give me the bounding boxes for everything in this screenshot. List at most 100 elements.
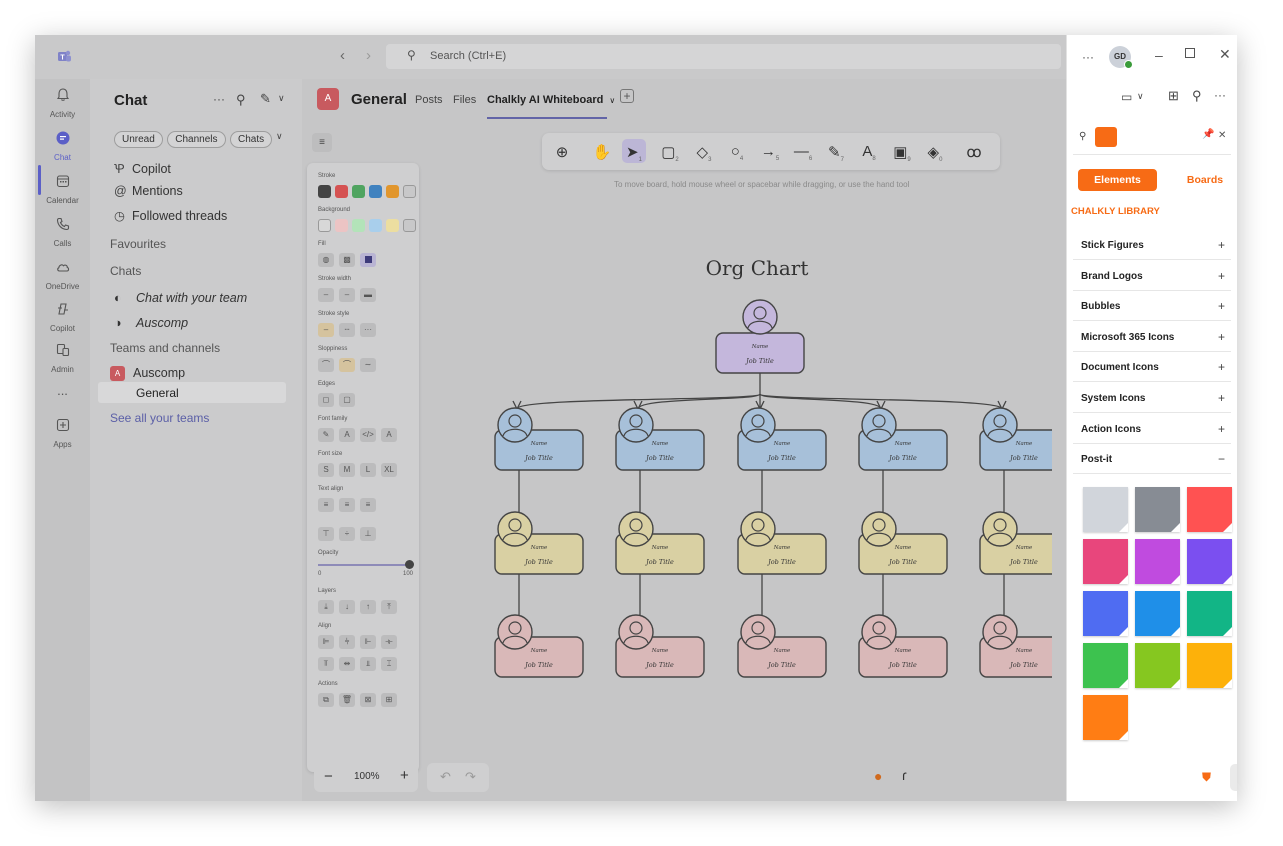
style-dashed[interactable]: ┄ — [339, 323, 355, 337]
pencil-tool-icon[interactable]: ✎7 — [824, 143, 848, 163]
postit-swatch[interactable] — [1083, 539, 1128, 584]
chalkly-logo-icon[interactable]: ɾ — [902, 767, 907, 783]
distribute-h[interactable]: ⟛ — [381, 635, 397, 649]
rectangle-tool-icon[interactable]: ▢2 — [658, 143, 682, 163]
align-center[interactable]: ≡ — [339, 498, 355, 512]
stroke-thin[interactable]: – — [318, 288, 334, 302]
fill-hachure[interactable]: ◍ — [318, 253, 334, 267]
filter-chats[interactable]: Chats — [229, 131, 273, 148]
search-icon[interactable]: ⚲ — [236, 92, 246, 108]
layer-send-back[interactable]: ⤓ — [318, 600, 334, 614]
postit-swatch[interactable] — [1135, 487, 1180, 532]
stroke-custom-color[interactable] — [403, 185, 416, 198]
tab-boards[interactable]: Boards — [1180, 169, 1230, 191]
section-teams[interactable]: Teams and channels — [110, 341, 220, 355]
org-chart-canvas[interactable]: Org Chart Name Job Title Name Job Title Name… — [452, 249, 1052, 729]
library-item[interactable]: Document Icons + — [1073, 351, 1231, 383]
stroke-swatch[interactable] — [386, 185, 399, 198]
stroke-extra-bold[interactable]: ▬ — [360, 288, 376, 302]
font-hand[interactable]: ✎ — [318, 428, 334, 442]
more-options-icon[interactable]: ··· — [213, 92, 225, 106]
menu-button[interactable]: ≡ — [312, 133, 332, 152]
delete-icon[interactable]: 🗑 — [339, 693, 355, 707]
forward-arrow-icon[interactable]: › — [366, 47, 371, 64]
filter-unread[interactable]: Unread — [114, 131, 163, 148]
line-tool-icon[interactable]: —6 — [791, 143, 815, 162]
postit-swatch[interactable] — [1083, 487, 1128, 532]
library-item[interactable]: Post-it − — [1073, 443, 1231, 475]
minimize-icon[interactable]: – — [1155, 47, 1163, 63]
search-icon[interactable]: ⚲ — [1192, 88, 1202, 104]
lock-icon[interactable]: ⊕ — [550, 143, 574, 161]
style-dotted[interactable]: ··· — [360, 323, 376, 337]
layer-bring-forward[interactable]: ↑ — [360, 600, 376, 614]
arrow-tool-icon[interactable]: →5 — [758, 143, 782, 162]
bg-transparent[interactable] — [318, 219, 331, 232]
layer-send-backward[interactable]: ↓ — [339, 600, 355, 614]
stroke-swatch[interactable] — [318, 185, 331, 198]
rail-admin[interactable]: Admin — [35, 342, 90, 374]
avatar[interactable]: GD — [1109, 46, 1133, 69]
align-obj-top[interactable]: ⫪ — [318, 657, 334, 671]
rail-chat[interactable]: Chat — [35, 130, 90, 162]
help-icon[interactable]: ? — [1230, 764, 1237, 791]
postit-swatch[interactable] — [1083, 695, 1128, 740]
stroke-swatch[interactable] — [352, 185, 365, 198]
font-size-l[interactable]: L — [360, 463, 376, 477]
filter-channels[interactable]: Channels — [167, 131, 226, 148]
apps-grid-icon[interactable]: ⊞ — [1168, 88, 1179, 104]
sloppy-artist[interactable]: ⌒ — [339, 358, 355, 372]
chat-item-auscomp[interactable]: ◑ Auscomp — [114, 316, 188, 330]
filter-expand-icon[interactable]: ∨ — [276, 131, 283, 142]
background-swatch[interactable] — [352, 219, 365, 232]
back-arrow-icon[interactable]: ‹ — [340, 47, 345, 64]
font-code[interactable]: </> — [360, 428, 376, 442]
library-item[interactable]: Action Icons + — [1073, 413, 1231, 444]
postit-swatch[interactable] — [1083, 591, 1128, 636]
library-item[interactable]: Microsoft 365 Icons + — [1073, 321, 1231, 352]
compose-icon[interactable]: ✎ — [260, 91, 271, 107]
sloppy-cartoonist[interactable]: ∼ — [360, 358, 376, 372]
zoom-in-button[interactable]: + — [400, 767, 409, 784]
pinned-copilot[interactable]: Ꝕ Copilot — [114, 160, 171, 177]
postit-swatch[interactable] — [1083, 643, 1128, 688]
font-normal[interactable]: A — [339, 428, 355, 442]
search-box[interactable]: ⚲ Search (Ctrl+E) — [386, 44, 1061, 69]
rail-onedrive[interactable]: OneDrive — [35, 259, 90, 291]
align-obj-bottom[interactable]: ⫫ — [360, 657, 376, 671]
library-item[interactable]: Brand Logos + — [1073, 260, 1231, 291]
section-favourites[interactable]: Favourites — [110, 237, 166, 251]
rail-apps[interactable]: Apps — [35, 417, 90, 449]
library-item[interactable]: Stick Figures + — [1073, 229, 1231, 260]
postit-swatch[interactable] — [1135, 591, 1180, 636]
diamond-tool-icon[interactable]: ◇3 — [692, 143, 716, 163]
align-obj-center-h[interactable]: ⫩ — [339, 635, 355, 649]
background-swatch[interactable] — [386, 219, 399, 232]
close-icon[interactable]: ✕ — [1218, 130, 1226, 141]
pin-icon[interactable]: 📌 — [1202, 129, 1214, 140]
more-icon[interactable]: ··· — [1082, 50, 1094, 64]
ungroup-icon[interactable]: ⊞ — [381, 693, 397, 707]
redo-icon[interactable]: ↷ — [465, 769, 476, 785]
section-chats[interactable]: Chats — [110, 264, 141, 278]
postit-swatch[interactable] — [1135, 643, 1180, 688]
library-item[interactable]: System Icons + — [1073, 382, 1231, 413]
bg-custom-color[interactable] — [403, 219, 416, 232]
distribute-v[interactable]: ⌶ — [381, 657, 397, 671]
font-other[interactable]: A — [381, 428, 397, 442]
rail-more[interactable]: ... — [35, 383, 90, 398]
valign-top[interactable]: ⊤ — [318, 527, 334, 541]
hand-tool-icon[interactable]: ✋ — [590, 143, 614, 161]
video-call-icon[interactable]: ▭ — [1121, 90, 1132, 104]
align-obj-right[interactable]: ⊩ — [360, 635, 376, 649]
edges-sharp[interactable]: ◻ — [318, 393, 334, 407]
background-swatch[interactable] — [335, 219, 348, 232]
stroke-swatch[interactable] — [369, 185, 382, 198]
feedback-chat-icon[interactable]: ● — [874, 768, 882, 784]
edges-round[interactable]: ▢ — [339, 393, 355, 407]
font-size-m[interactable]: M — [339, 463, 355, 477]
align-right[interactable]: ≡ — [360, 498, 376, 512]
rail-copilot[interactable]: Copilot — [35, 301, 90, 333]
library-item[interactable]: Bubbles + — [1073, 290, 1231, 322]
postit-swatch[interactable] — [1187, 591, 1232, 636]
